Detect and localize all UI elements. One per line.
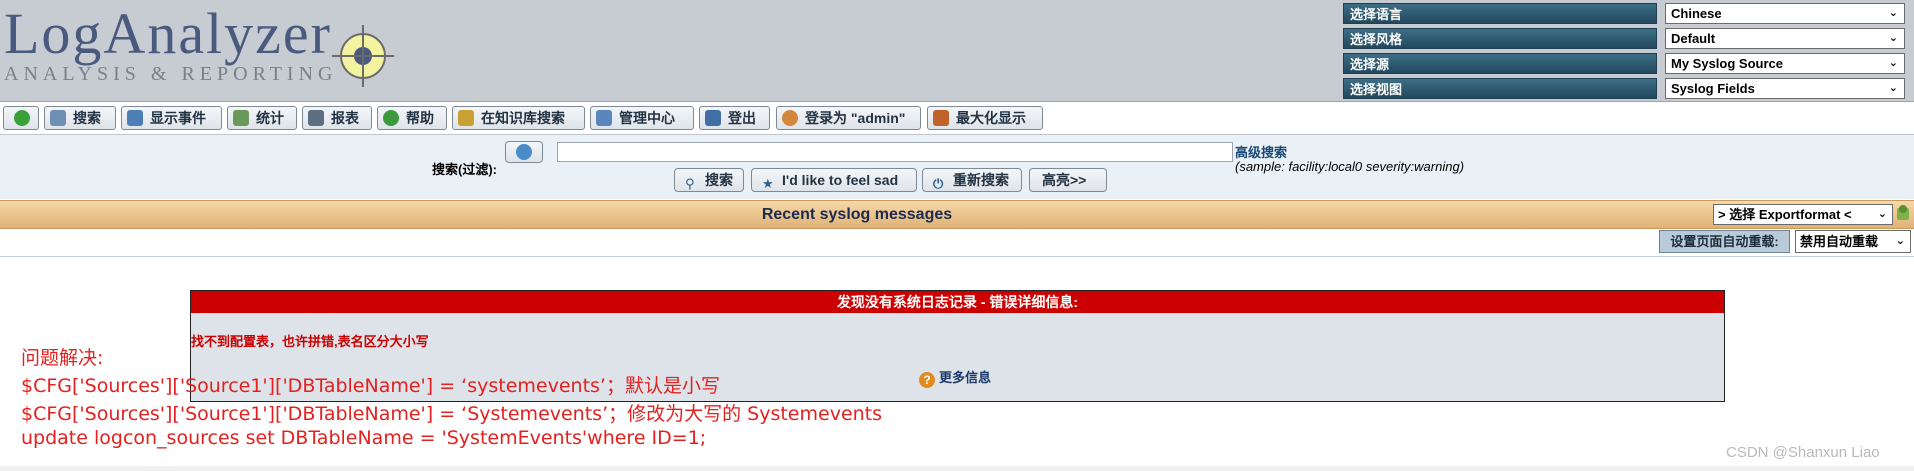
events-icon xyxy=(127,110,143,126)
header: LogAnalyzer ANALYSIS & REPORTING 选择语言 Ch… xyxy=(0,0,1914,102)
feel-sad-button[interactable]: ★ I'd like to feel sad xyxy=(751,168,917,192)
more-info-link[interactable]: ? 更多信息 xyxy=(919,367,991,388)
chevron-down-icon xyxy=(516,144,532,160)
reports-icon xyxy=(308,110,324,126)
knowledgebase-icon xyxy=(458,110,474,126)
messages-title-bar: Recent syslog messages > 选择 Exportformat… xyxy=(0,200,1914,229)
export-icon[interactable] xyxy=(1895,204,1911,222)
logo-subtitle: ANALYSIS & REPORTING xyxy=(4,63,338,85)
menu-admin-button[interactable]: 管理中心 xyxy=(590,106,694,130)
menu-search-button[interactable]: 搜索 xyxy=(44,106,116,130)
menu-home-button[interactable] xyxy=(3,106,39,130)
maximize-icon xyxy=(933,110,949,126)
menu-maximize-button[interactable]: 最大化显示 xyxy=(927,106,1043,130)
menu-events-button[interactable]: 显示事件 xyxy=(121,106,222,130)
style-select[interactable]: Default ⌄ xyxy=(1665,28,1905,49)
search-sample-text: (sample: facility:local0 severity:warnin… xyxy=(1235,159,1465,174)
crosshair-logo-icon xyxy=(332,25,394,87)
chevron-down-icon: ⌄ xyxy=(1877,208,1887,220)
menu-knowledgebase-button[interactable]: 在知识库搜索 xyxy=(452,106,585,130)
language-label: 选择语言 xyxy=(1343,3,1657,24)
error-header: 发现没有系统日志记录 - 错误详细信息: xyxy=(191,291,1724,313)
chevron-down-icon: ⌄ xyxy=(1888,32,1898,44)
admin-icon xyxy=(596,110,612,126)
search-button[interactable]: ⚲ 搜索 xyxy=(674,168,744,192)
search-area: 搜索(过滤): 高级搜索 (sample: facility:local0 se… xyxy=(0,135,1914,199)
style-label: 选择风格 xyxy=(1343,28,1657,49)
logo-title: LogAnalyzer xyxy=(4,1,332,66)
annotation-line: 问题解决: xyxy=(21,347,104,369)
source-select[interactable]: My Syslog Source ⌄ xyxy=(1665,53,1905,74)
auto-reload-bar: 设置页面自动重载: 禁用自动重载 ⌄ xyxy=(0,228,1914,257)
error-message: 找不到配置表，也许拼错,表名区分大小写 xyxy=(191,334,429,349)
menu-reports-button[interactable]: 报表 xyxy=(302,106,372,130)
source-label: 选择源 xyxy=(1343,53,1657,74)
auto-reload-select[interactable]: 禁用自动重载 ⌄ xyxy=(1795,230,1911,253)
annotation-line: update logcon_sources set DBTableName = … xyxy=(21,427,707,449)
reset-search-button[interactable]: ⏻ 重新搜索 xyxy=(922,168,1022,192)
annotation-line: $CFG['Sources']['Source1']['DBTableName'… xyxy=(21,403,883,425)
chevron-down-icon: ⌄ xyxy=(1888,7,1898,19)
main-menu: 搜索 显示事件 统计 报表 帮助 在知识库搜索 管理中心 登出 登录为 "adm… xyxy=(0,102,1914,135)
highlight-button[interactable]: 高亮>> xyxy=(1029,168,1107,192)
source-selector: 选择源 My Syslog Source ⌄ xyxy=(1343,53,1914,75)
menu-statistics-button[interactable]: 统计 xyxy=(227,106,297,130)
style-selector: 选择风格 Default ⌄ xyxy=(1343,28,1914,50)
search-label: 搜索(过滤): xyxy=(432,162,497,177)
annotation-line: $CFG['Sources']['Source1']['DBTableName'… xyxy=(21,375,720,397)
search-options-button[interactable] xyxy=(505,141,543,163)
view-label: 选择视图 xyxy=(1343,78,1657,99)
home-icon xyxy=(14,110,30,126)
export-format-select[interactable]: > 选择 Exportformat < ⌄ xyxy=(1713,204,1893,225)
menu-user-button[interactable]: 登录为 "admin" xyxy=(776,106,921,130)
search-icon: ⚲ xyxy=(685,176,695,191)
chevron-down-icon: ⌄ xyxy=(1888,82,1898,94)
divider xyxy=(0,466,1914,471)
star-icon: ★ xyxy=(762,176,774,191)
power-icon: ⏻ xyxy=(933,176,944,191)
language-select[interactable]: Chinese ⌄ xyxy=(1665,3,1905,24)
view-selector: 选择视图 Syslog Fields ⌄ xyxy=(1343,78,1914,100)
menu-help-button[interactable]: 帮助 xyxy=(377,106,447,130)
help-icon xyxy=(383,110,399,126)
chevron-down-icon: ⌄ xyxy=(1888,57,1898,69)
search-icon xyxy=(50,110,66,126)
language-selector: 选择语言 Chinese ⌄ xyxy=(1343,3,1914,25)
logout-icon xyxy=(705,110,721,126)
user-icon xyxy=(782,110,798,126)
search-input[interactable] xyxy=(557,142,1233,162)
help-icon: ? xyxy=(919,372,935,388)
menu-logout-button[interactable]: 登出 xyxy=(699,106,770,130)
chevron-down-icon: ⌄ xyxy=(1895,235,1905,247)
messages-title: Recent syslog messages xyxy=(761,206,953,223)
view-select[interactable]: Syslog Fields ⌄ xyxy=(1665,78,1905,99)
statistics-icon xyxy=(233,110,249,126)
watermark: CSDN @Shanxun Liao xyxy=(1726,444,1880,461)
auto-reload-button[interactable]: 设置页面自动重载: xyxy=(1659,230,1790,253)
